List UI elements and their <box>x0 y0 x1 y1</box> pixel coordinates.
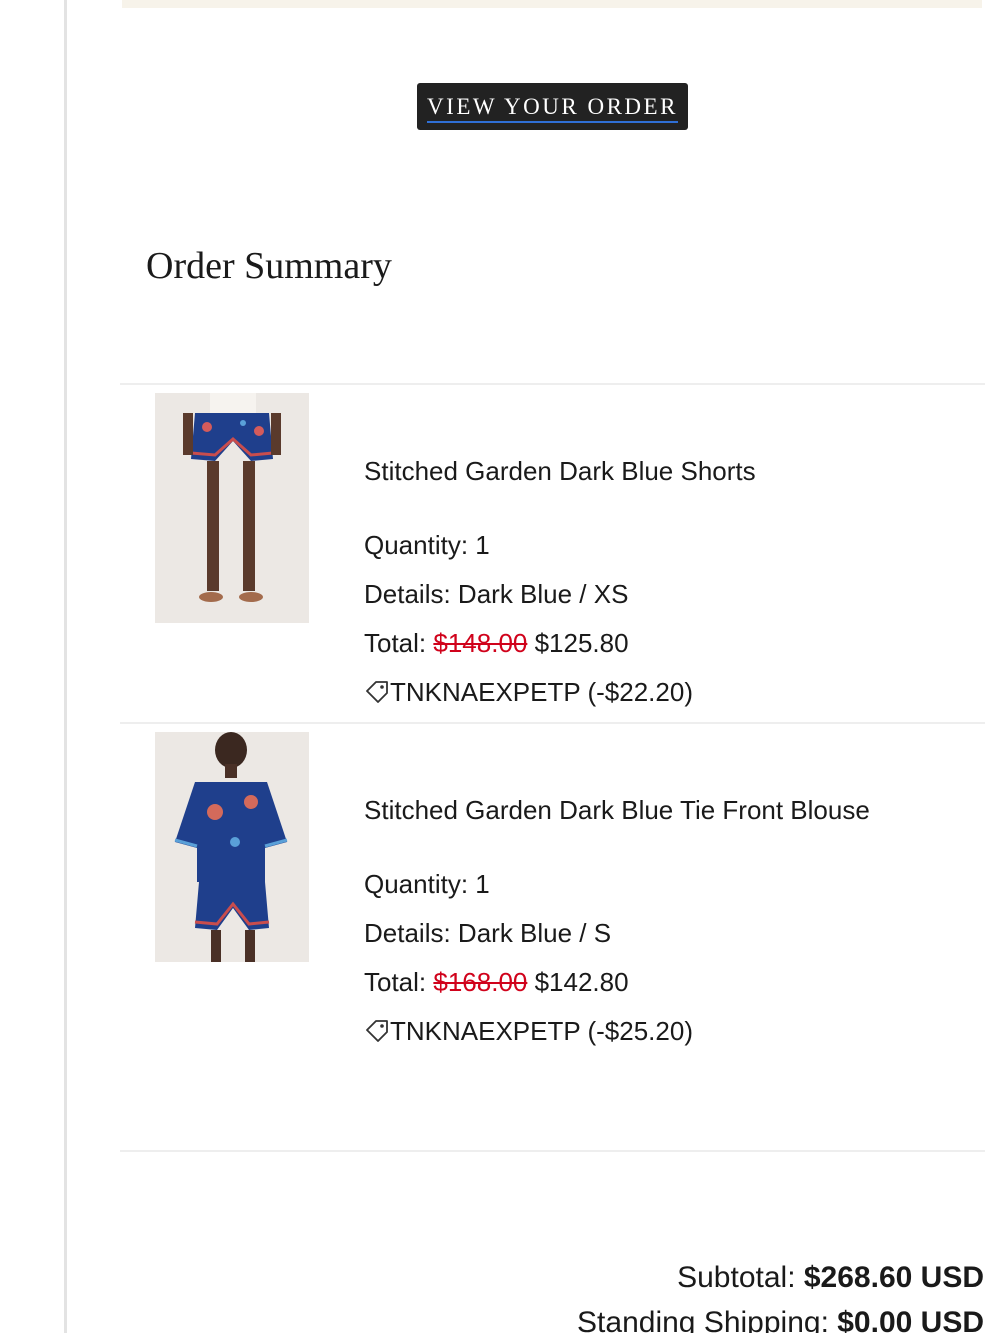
item-details: Details: Dark Blue / XS <box>364 579 629 609</box>
item-name[interactable]: Stitched Garden Dark Blue Tie Front Blou… <box>364 795 870 826</box>
item-discount: TNKNAEXPETP (-$22.20) <box>364 677 693 708</box>
divider <box>120 383 985 385</box>
item-original-price: $148.00 <box>433 628 528 658</box>
item-sale-price: $125.80 <box>527 628 629 658</box>
item-discount: TNKNAEXPETP (-$25.20) <box>364 1016 693 1047</box>
item-total-label: Total: <box>364 967 434 997</box>
subtotal-value: $268.60 USD <box>803 1261 984 1294</box>
discount-amount: (-$22.20) <box>580 677 693 707</box>
order-summary-title: Order Summary <box>146 245 392 287</box>
item-total: Total: $168.00 $142.80 <box>364 967 629 998</box>
product-image-shorts[interactable] <box>155 393 309 623</box>
subtotal-row: Subtotal: $268.60 USD <box>677 1261 984 1295</box>
divider <box>120 1150 985 1152</box>
tag-icon <box>366 681 388 703</box>
shipping-value: $0.00 USD <box>837 1306 984 1333</box>
view-your-order-label: VIEW YOUR ORDER <box>427 94 678 123</box>
blouse-photo-icon <box>155 732 309 962</box>
item-total: Total: $148.00 $125.80 <box>364 628 629 659</box>
item-sale-price: $142.80 <box>527 967 629 997</box>
view-your-order-button[interactable]: VIEW YOUR ORDER <box>417 83 688 130</box>
tag-icon <box>366 1020 388 1042</box>
item-total-label: Total: <box>364 628 434 658</box>
item-quantity: Quantity: 1 <box>364 530 490 560</box>
product-image-blouse[interactable] <box>155 732 309 962</box>
subtotal-label: Subtotal: <box>677 1261 804 1294</box>
shipping-label: Standing Shipping: <box>577 1306 838 1333</box>
order-confirmation-page: VIEW YOUR ORDER Order Summary Stitched G… <box>0 0 1000 1333</box>
shorts-photo-icon <box>155 393 309 623</box>
discount-amount: (-$25.20) <box>580 1016 693 1046</box>
divider <box>120 722 985 724</box>
discount-code: TNKNAEXPETP <box>390 677 581 707</box>
item-quantity: Quantity: 1 <box>364 869 490 899</box>
top-banner-strip <box>122 0 982 8</box>
item-name[interactable]: Stitched Garden Dark Blue Shorts <box>364 456 756 487</box>
shipping-row: Standing Shipping: $0.00 USD <box>577 1306 984 1333</box>
item-original-price: $168.00 <box>433 967 528 997</box>
discount-code: TNKNAEXPETP <box>390 1016 581 1046</box>
left-border-rule <box>64 0 67 1333</box>
item-details: Details: Dark Blue / S <box>364 918 612 948</box>
